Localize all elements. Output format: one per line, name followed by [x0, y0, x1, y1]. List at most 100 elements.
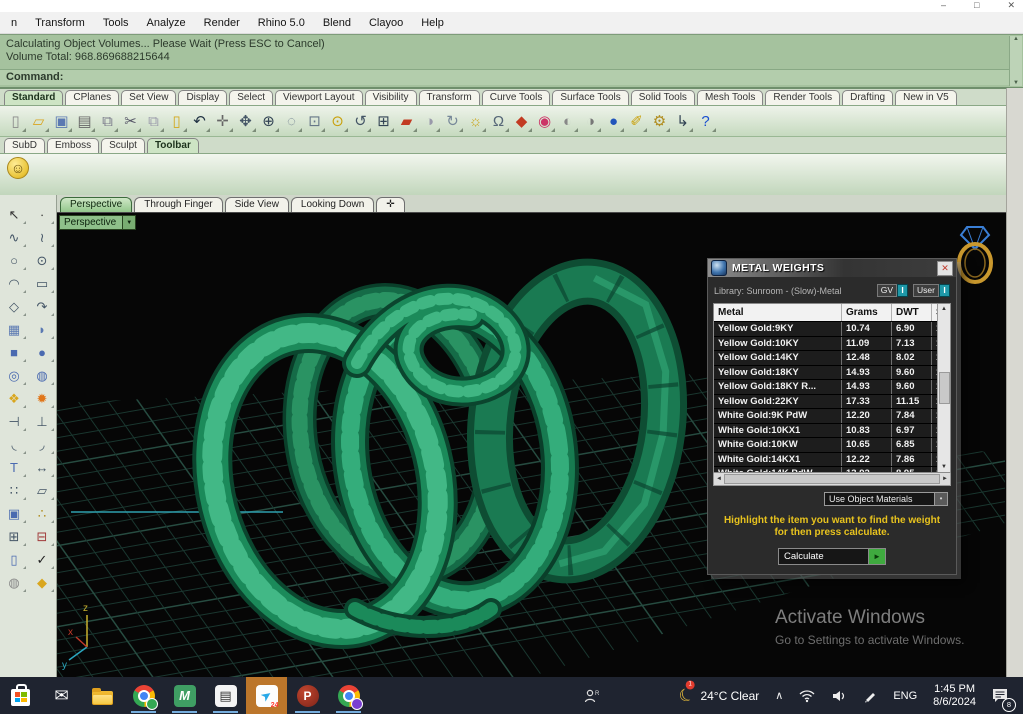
materials-dropdown[interactable]: Use Object Materials • [824, 492, 948, 506]
solid-torus-icon[interactable]: ◎ [3, 368, 26, 385]
explode-icon[interactable]: ✹ [31, 391, 54, 408]
dropdown-button-icon[interactable]: • [934, 493, 947, 505]
solid-box-icon[interactable]: ■ [3, 345, 26, 362]
close-button[interactable]: ✕ [1007, 0, 1015, 11]
panel-tab-toolbar[interactable]: Toolbar [146, 138, 199, 153]
print-icon[interactable]: ▤ [73, 109, 96, 133]
zoom-selected-icon[interactable]: ⊙ [326, 109, 349, 133]
text-tool-icon[interactable]: T [3, 460, 26, 477]
toolbar-tab-drafting[interactable]: Drafting [842, 90, 894, 105]
scroll-right-icon[interactable]: ► [942, 476, 948, 482]
mail-taskbar-button[interactable]: ✉ [41, 677, 82, 714]
toolbar-tab-new-in-v5[interactable]: New in V5 [895, 90, 957, 105]
toolbar-tab-curve-tools[interactable]: Curve Tools [481, 90, 551, 105]
chrome-profile-taskbar-button[interactable] [328, 677, 369, 714]
sphere-ghosted-icon[interactable]: ◑ [579, 109, 602, 133]
toolbar-tab-surface-tools[interactable]: Surface Tools [552, 90, 629, 105]
curve-blend-icon[interactable]: ↷ [31, 299, 54, 316]
panel-tab-sculpt[interactable]: Sculpt [101, 138, 145, 153]
split-icon[interactable]: ⊥ [31, 414, 54, 431]
solid-sphere-icon[interactable]: ● [31, 345, 54, 362]
metal-row[interactable]: White Gold:14KX1 12.22 7.86 12.61 [714, 451, 950, 466]
toolbar-tab-set-view[interactable]: Set View [121, 90, 177, 105]
polygon-icon[interactable]: ◇ [3, 299, 26, 316]
spin-view-icon[interactable]: ↻ [441, 109, 464, 133]
viewport-tab-add[interactable]: ✛ [376, 197, 405, 212]
arc-icon[interactable]: ◠ [3, 276, 26, 293]
lock-icon[interactable]: Ω [487, 109, 510, 133]
notes-pencil-icon[interactable]: ✐ [625, 109, 648, 133]
metal-row[interactable]: White Gold:10KX1 10.83 6.97 11.18 [714, 422, 950, 437]
toolbar-tab-cplanes[interactable]: CPlanes [65, 90, 120, 105]
ellipse-icon[interactable]: ⊙ [31, 253, 54, 270]
help-icon[interactable]: ? [694, 109, 717, 133]
chrome-taskbar-button[interactable] [123, 677, 164, 714]
scroll-down-icon[interactable]: ▼ [941, 464, 947, 470]
toolbar-tab-mesh-tools[interactable]: Mesh Tools [696, 90, 764, 105]
rotate-view-icon[interactable]: ✥ [234, 109, 257, 133]
viewport-title-dropdown[interactable]: Perspective ▼ [59, 215, 137, 230]
chevron-down-icon[interactable]: ▼ [122, 216, 136, 229]
color-wheel-icon[interactable]: ◉ [533, 109, 556, 133]
options-gear-icon[interactable]: ⚙ [648, 109, 671, 133]
viewport-tab-side-view[interactable]: Side View [224, 197, 289, 212]
orient-icon[interactable]: ▱ [31, 483, 54, 500]
calculate-arrow-icon[interactable]: ► [868, 549, 885, 564]
calculate-button[interactable]: Calculate ► [778, 548, 886, 565]
metal-row[interactable]: Yellow Gold:18KY 14.93 9.60 15.41 [714, 364, 950, 379]
pen-button[interactable] [855, 677, 885, 714]
metal-row[interactable]: Yellow Gold:14KY 12.48 8.02 12.88 [714, 350, 950, 365]
user-toggle[interactable]: User I [913, 284, 950, 297]
solid-edit-icon[interactable]: ▣ [3, 506, 26, 523]
viewport-tab-perspective[interactable]: Perspective [60, 197, 133, 212]
menu-item-rhino[interactable]: Rhino 5.0 [249, 17, 314, 29]
control-curve-icon[interactable]: ≀ [31, 230, 54, 247]
menu-item-transform[interactable]: Transform [26, 17, 94, 29]
toolbar-tab-visibility[interactable]: Visibility [364, 90, 417, 105]
smiley-face-icon[interactable]: ☺ [7, 157, 29, 179]
toolbar-tab-display[interactable]: Display [178, 90, 228, 105]
viewport-tab-through-finger[interactable]: Through Finger [134, 197, 223, 212]
minimize-button[interactable]: – [941, 0, 946, 11]
array-icon[interactable]: ∷ [3, 483, 26, 500]
sphere-shaded-icon[interactable]: ◐ [556, 109, 579, 133]
menu-item-partial[interactable]: n [2, 17, 26, 29]
chamfer-icon[interactable]: ◞ [31, 437, 54, 454]
mesh-primitive-icon[interactable]: ◍ [3, 575, 26, 592]
scroll-up-icon[interactable]: ▲ [1013, 36, 1019, 42]
clock-widget[interactable]: 1:45 PM 8/6/2024 [925, 683, 984, 709]
command-area[interactable]: Calculating Object Volumes... Please Wai… [0, 34, 1023, 89]
layer-grid-icon[interactable]: ⊞ [3, 529, 26, 546]
maximize-button[interactable]: □ [974, 0, 979, 11]
messenger-taskbar-button[interactable]: ➤ 24 [246, 677, 287, 714]
menu-item-clayoo[interactable]: Clayoo [360, 17, 412, 29]
undo-icon[interactable]: ↶ [188, 109, 211, 133]
panel-close-icon[interactable]: ✕ [937, 260, 953, 276]
scroll-thumb[interactable] [723, 474, 941, 484]
menu-item-help[interactable]: Help [412, 17, 453, 29]
zoom-in-icon[interactable]: ⊕ [257, 109, 280, 133]
wifi-button[interactable] [791, 677, 823, 714]
circle-icon[interactable]: ○ [3, 253, 26, 270]
command-scrollbar[interactable]: ▲ ▼ [1009, 36, 1022, 86]
clipboard-tool-icon[interactable]: ▯ [3, 552, 26, 569]
scroll-up-icon[interactable]: ▲ [941, 306, 947, 312]
point-icon[interactable]: ∙ [31, 207, 54, 224]
surface-patch-icon[interactable]: ▦ [3, 322, 26, 339]
user-switch[interactable]: I [939, 284, 950, 297]
metal-row[interactable]: Yellow Gold:9KY 10.74 6.90 11.08 [714, 321, 950, 336]
toolbar-tab-render-tools[interactable]: Render Tools [765, 90, 841, 105]
open-folder-icon[interactable]: ▱ [27, 109, 50, 133]
gem-tool-icon[interactable]: ◆ [31, 575, 54, 592]
boolean-union-icon[interactable]: ❖ [3, 391, 26, 408]
volume-button[interactable] [823, 677, 855, 714]
people-button[interactable]: R [576, 677, 609, 714]
language-button[interactable]: ENG [885, 677, 925, 714]
render-car-icon[interactable]: ▰ [395, 109, 418, 133]
lamp-icon[interactable]: ☼ [464, 109, 487, 133]
weather-widget[interactable]: ☾ 1 24°C Clear [671, 677, 767, 714]
toolbar-tab-select[interactable]: Select [229, 90, 274, 105]
matrix-taskbar-button[interactable]: M [164, 677, 205, 714]
paste-icon[interactable]: ▯ [165, 109, 188, 133]
solid-pipe-icon[interactable]: ◍ [31, 368, 54, 385]
